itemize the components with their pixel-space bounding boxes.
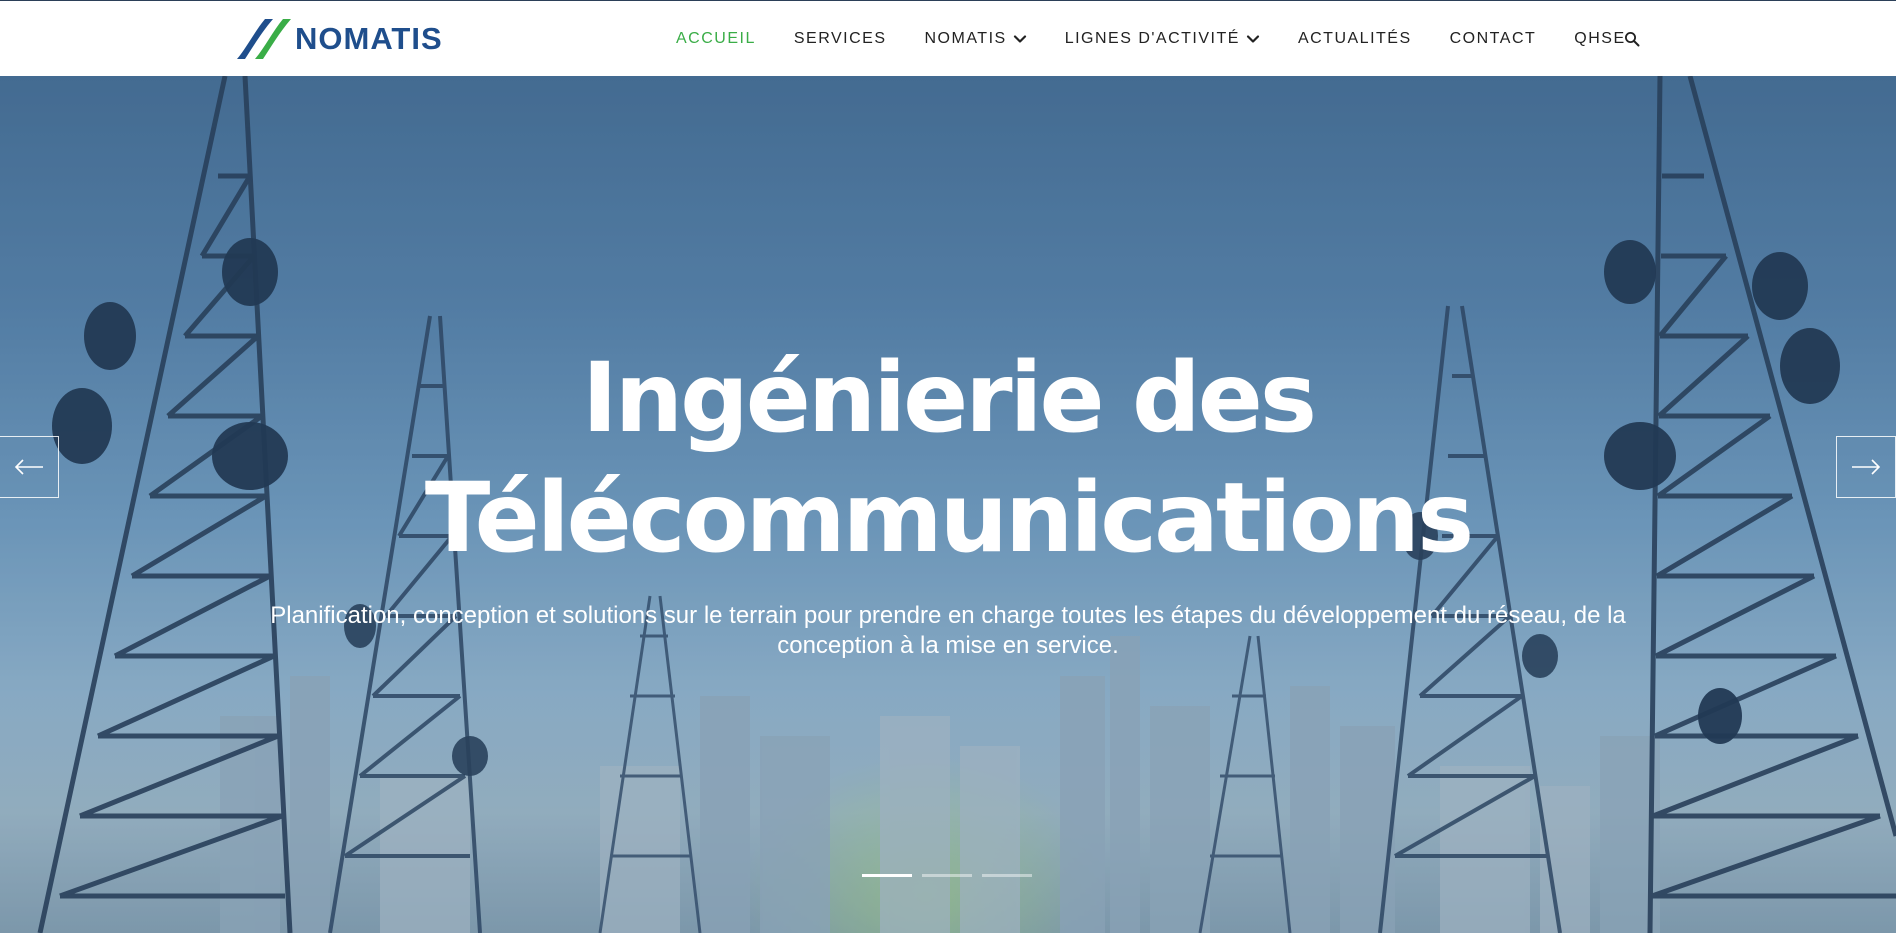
nav-label: LIGNES D'ACTIVITÉ — [1064, 30, 1240, 47]
nav-item-contact[interactable]: CONTACT — [1450, 1, 1537, 77]
main-nav: ACCUEIL SERVICES NOMATIS LIGNES D'ACTIVI… — [676, 1, 1664, 77]
slider-dot-2[interactable] — [922, 874, 972, 877]
hero-subtitle: Planification, conception et solutions s… — [270, 602, 1626, 659]
site-header: NOMATIS ACCUEIL SERVICES NOMATIS LIGNES … — [0, 0, 1896, 76]
logo-text: NOMATIS — [295, 21, 443, 56]
slider-pagination — [862, 874, 1042, 877]
nav-label: QHSE — [1574, 30, 1626, 47]
search-icon — [1625, 32, 1640, 47]
chevron-down-icon — [1013, 35, 1026, 43]
arrow-left-icon — [14, 459, 43, 475]
nav-item-actualites[interactable]: ACTUALITÉS — [1298, 1, 1412, 77]
search-button[interactable] — [1622, 29, 1642, 49]
slider-next-button[interactable] — [1836, 436, 1896, 498]
nav-label: SERVICES — [793, 30, 887, 47]
slider-dot-3[interactable] — [982, 874, 1032, 877]
hero-title-line1: Ingénierie des — [582, 342, 1317, 454]
slider-prev-button[interactable] — [0, 436, 59, 498]
nav-label: CONTACT — [1449, 30, 1537, 47]
nav-item-nomatis[interactable]: NOMATIS — [924, 1, 1026, 77]
nav-item-services[interactable]: SERVICES — [794, 1, 887, 77]
hero-slider: Ingénierie des Télécommunications Planif… — [0, 76, 1896, 933]
nav-item-qhse[interactable]: QHSE — [1574, 1, 1625, 77]
nav-item-accueil[interactable]: ACCUEIL — [676, 1, 756, 77]
nav-item-lignes-activite[interactable]: LIGNES D'ACTIVITÉ — [1065, 1, 1260, 77]
nomatis-logo-icon — [237, 19, 291, 59]
chevron-down-icon — [1246, 35, 1260, 43]
nav-label: ACCUEIL — [676, 30, 756, 47]
logo-link[interactable]: NOMATIS — [233, 17, 443, 61]
hero-title: Ingénierie des Télécommunications — [0, 338, 1896, 578]
arrow-right-icon — [1852, 459, 1881, 475]
slider-dot-1[interactable] — [862, 874, 912, 877]
nav-label: ACTUALITÉS — [1297, 30, 1412, 47]
nav-label: NOMATIS — [924, 30, 1007, 47]
hero-title-line2: Télécommunications — [424, 462, 1474, 574]
